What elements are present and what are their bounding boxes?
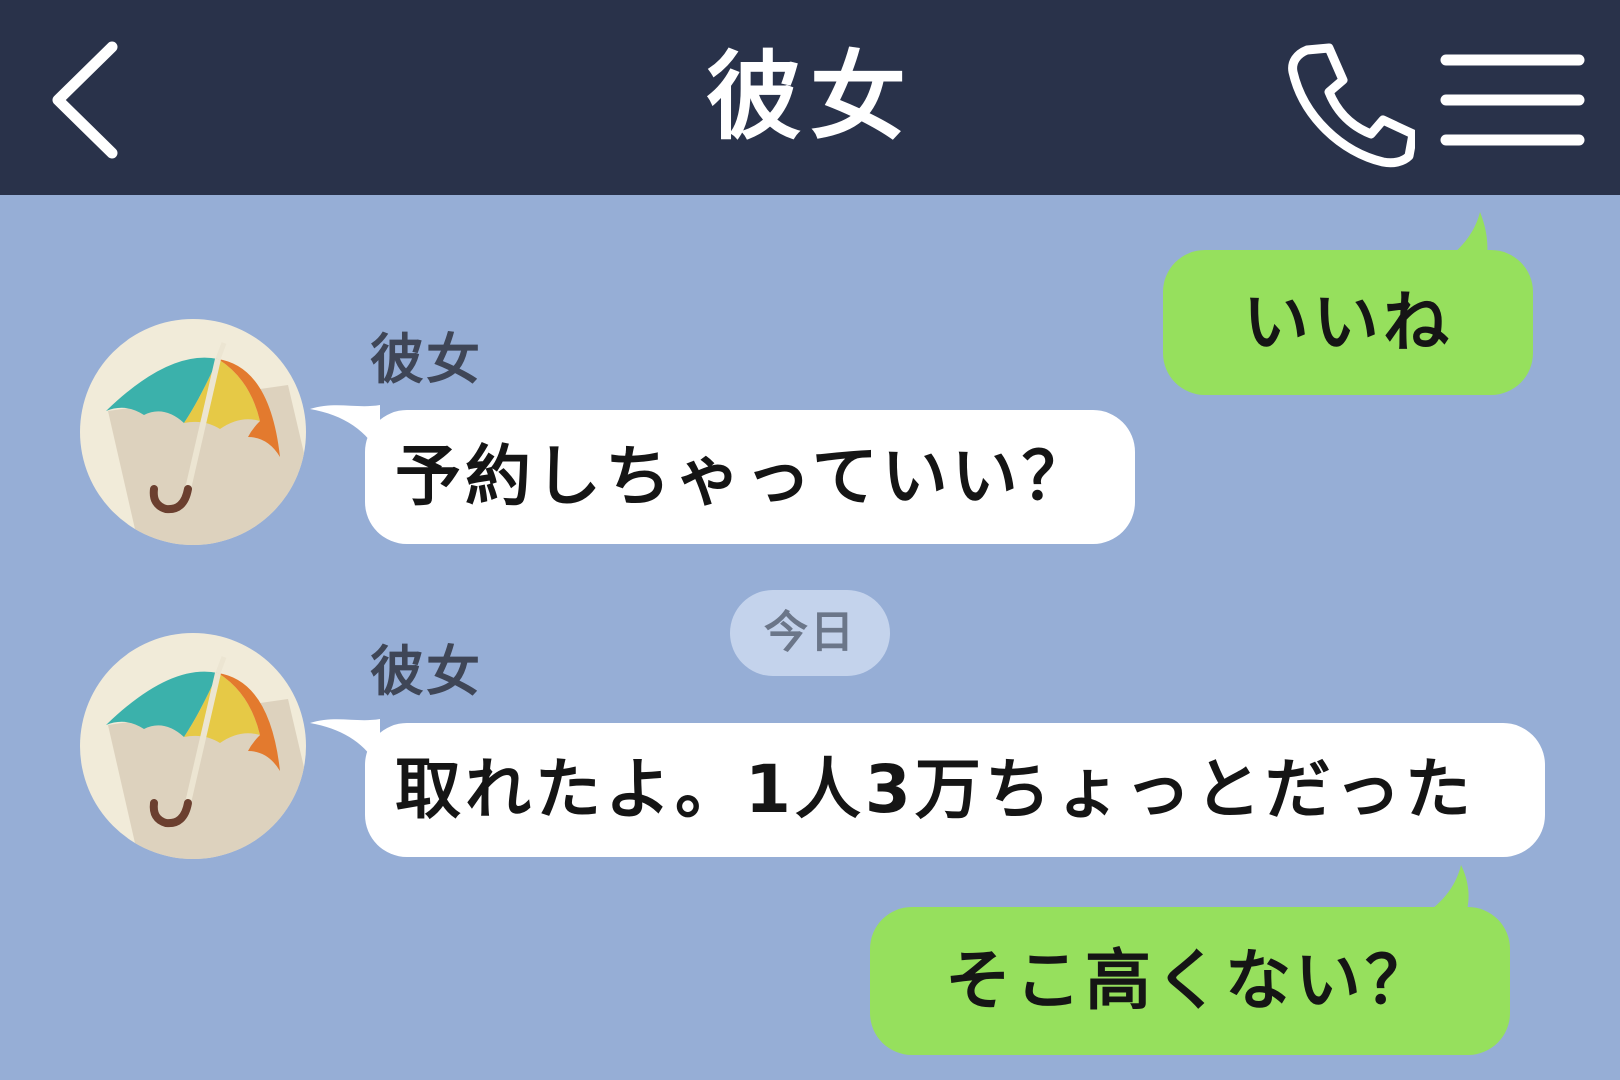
phone-icon xyxy=(1288,43,1418,168)
sender-name: 彼女 xyxy=(370,640,482,703)
chat-area[interactable]: いいね 彼女 予約しちゃっていい？ 今日 彼女 取れたよ。1人3万ちょっとだった… xyxy=(0,195,1620,1080)
message-text: 取れたよ。1人3万ちょっとだった xyxy=(395,751,1475,828)
avatar[interactable] xyxy=(80,319,306,545)
chat-header: 彼女 xyxy=(0,0,1620,195)
umbrella-icon xyxy=(106,656,306,859)
call-button[interactable] xyxy=(1285,38,1418,168)
date-separator: 今日 xyxy=(730,590,890,676)
menu-button[interactable] xyxy=(1440,50,1585,150)
message-text: 予約しちゃっていい？ xyxy=(395,438,1092,515)
umbrella-icon xyxy=(106,342,306,545)
avatar[interactable] xyxy=(80,633,306,859)
message-bubble-incoming[interactable]: 予約しちゃっていい？ xyxy=(365,410,1135,544)
hamburger-menu-icon xyxy=(1440,54,1585,146)
message-bubble-outgoing[interactable]: いいね xyxy=(1163,250,1533,395)
message-bubble-incoming[interactable]: 取れたよ。1人3万ちょっとだった xyxy=(365,723,1545,857)
message-text: そこ高くない？ xyxy=(945,942,1435,1019)
chevron-left-icon xyxy=(52,41,118,159)
sender-name: 彼女 xyxy=(370,328,482,391)
back-button[interactable] xyxy=(40,35,130,165)
message-text: いいね xyxy=(1243,284,1453,361)
message-bubble-outgoing[interactable]: そこ高くない？ xyxy=(870,907,1510,1055)
